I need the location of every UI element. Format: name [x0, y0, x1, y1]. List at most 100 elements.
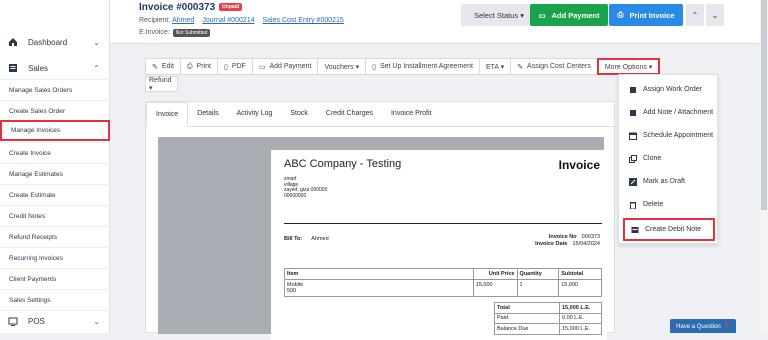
- help-button[interactable]: Have a Question ❓: [670, 319, 736, 333]
- card-icon: ▭: [258, 63, 266, 71]
- sidebar-item-credit-notes[interactable]: Credit Notes: [0, 205, 110, 226]
- invoice-document: ABC Company - Testing Invoice smart vill…: [271, 150, 607, 340]
- menu-item-schedule-appointment[interactable]: Schedule Appointment: [619, 124, 719, 147]
- prev-button[interactable]: ⌃: [686, 4, 704, 26]
- column-header: Subtotal: [561, 271, 584, 277]
- sidebar-item-sales-settings[interactable]: Sales Settings: [0, 289, 110, 310]
- sidebar-item-create-estimate[interactable]: Create Estimate: [0, 184, 110, 205]
- column-header: Unit Price: [474, 269, 518, 279]
- sidebar-item-manage-sales-orders[interactable]: Manage Sales Orders: [0, 79, 110, 100]
- item-desc: 500: [287, 288, 297, 294]
- sidebar-item-label: Manage Invoices: [11, 127, 61, 134]
- more-options-dropdown[interactable]: More Options ▾: [596, 58, 661, 75]
- menu-item-create-debit-note[interactable]: Create Debit Note: [623, 218, 715, 241]
- tab-activity-log[interactable]: Activity Log: [228, 101, 282, 126]
- invoice-no-label: Invoice No: [548, 234, 577, 240]
- tab-bar: Invoice Details Activity Log Stock Credi…: [146, 102, 616, 127]
- cost-entry-link[interactable]: Sales Cost Entry #000215: [262, 17, 343, 24]
- eta-dropdown[interactable]: ETA ▾: [478, 58, 512, 75]
- subtotal-cell: 15,000: [561, 282, 579, 288]
- sidebar-item-create-invoice[interactable]: Create Invoice: [0, 142, 110, 163]
- toolbar-add-payment-button[interactable]: ▭ Add Payment: [251, 58, 319, 75]
- column-header: Item: [285, 269, 474, 279]
- price-cell: 15,000: [474, 280, 518, 296]
- sidebar-item-label: Sales Settings: [9, 296, 51, 304]
- refund-dropdown[interactable]: Refund ▾: [145, 76, 178, 92]
- menu-item-add-note[interactable]: Add Note / Attachment: [619, 101, 719, 124]
- book-icon: [629, 86, 637, 94]
- sidebar-item-manage-invoices[interactable]: Manage Invoices: [0, 120, 110, 141]
- tab-details[interactable]: Details: [188, 101, 227, 126]
- edit-button[interactable]: ✎ Edit: [145, 58, 181, 75]
- installment-button[interactable]: ▯ Set Up Installment Agreement: [365, 58, 480, 75]
- print-invoice-button[interactable]: ⎙ Print Invoice: [609, 4, 683, 26]
- nav-dashboard[interactable]: Dashboard ⌄: [0, 31, 110, 53]
- tab-invoice[interactable]: Invoice: [146, 102, 189, 127]
- invoice-date: 15/04/2024: [572, 241, 600, 247]
- vouchers-dropdown[interactable]: Vouchers ▾: [317, 58, 367, 75]
- item-cell: Mobile 500: [285, 280, 474, 296]
- menu-item-label: Clone: [643, 155, 662, 162]
- copy-icon: [629, 154, 637, 163]
- status-badge: Unpaid: [219, 3, 243, 12]
- scrollbar-thumb[interactable]: [761, 0, 767, 210]
- paid-row: Paid 0.00 L.E.: [284, 313, 602, 324]
- invoice-no: 000373: [581, 234, 600, 240]
- recipient-line: Recipient: Ahmed Journal #000214 Sales Cost…: [139, 17, 350, 24]
- sidebar-item-recurring-invoices[interactable]: Recurring Invoices: [0, 247, 110, 268]
- assign-cost-centers-button[interactable]: ✎ Assign Cost Centers: [510, 58, 598, 75]
- nav-pos[interactable]: POS ⌄: [0, 310, 110, 332]
- tab-invoice-profit[interactable]: Invoice Profit: [382, 101, 440, 126]
- einvoice-line: E.Invoice: Not Submitted: [139, 29, 211, 37]
- home-icon: [8, 37, 18, 47]
- sidebar-item-client-payments[interactable]: Client Payments: [0, 268, 110, 289]
- invoice-panel: Invoice Details Activity Log Stock Credi…: [145, 101, 616, 340]
- sidebar-item-label: Credit Notes: [9, 212, 46, 220]
- pencil-icon: ✎: [152, 63, 158, 71]
- einvoice-label: E.Invoice:: [139, 29, 170, 36]
- note-icon: [629, 109, 637, 117]
- menu-item-clone[interactable]: Clone: [619, 147, 719, 170]
- add-payment-label: Add Payment: [269, 63, 312, 70]
- invoice-heading: Invoice: [558, 158, 600, 172]
- menu-item-mark-as-draft[interactable]: Mark as Draft: [619, 170, 719, 193]
- menu-item-label: Delete: [643, 201, 664, 208]
- print-invoice-label: Print Invoice: [629, 10, 675, 20]
- printer-icon: ⎙: [617, 10, 624, 19]
- select-status-button[interactable]: Select Status ▾: [461, 4, 537, 26]
- sidebar-item-create-sales-order[interactable]: Create Sales Order: [0, 100, 110, 121]
- sidebar-item-manage-estimates[interactable]: Manage Estimates: [0, 163, 110, 184]
- company-address: smart village zayed, giza 000000 0000000…: [284, 176, 327, 199]
- sales-icon: [8, 63, 18, 73]
- file-icon: ▯: [223, 63, 228, 71]
- assign-cost-label: Assign Cost Centers: [527, 63, 591, 70]
- calendar-icon: [629, 132, 637, 140]
- tab-credit-charges[interactable]: Credit Charges: [317, 101, 382, 126]
- balance-value: 15,000 L.E.: [560, 324, 602, 335]
- next-button[interactable]: ⌄: [706, 4, 724, 26]
- tab-stock[interactable]: Stock: [281, 101, 317, 126]
- pencil-icon: ✎: [517, 63, 524, 71]
- debit-note-icon: [631, 226, 639, 234]
- nav-sales[interactable]: Sales ⌃: [0, 57, 110, 79]
- sidebar-item-label: Create Estimate: [9, 191, 56, 199]
- menu-item-delete[interactable]: Delete: [619, 193, 719, 216]
- sidebar-item-label: Create Invoice: [9, 149, 51, 157]
- chevron-down-icon: ⌄: [93, 317, 100, 326]
- sidebar-item-label: Manage Estimates: [9, 170, 63, 178]
- sidebar-item-label: Manage Sales Orders: [9, 86, 73, 94]
- menu-item-assign-work-order[interactable]: Assign Work Order: [619, 78, 719, 101]
- bill-to-name: Ahmed: [311, 236, 329, 242]
- menu-item-label: Add Note / Attachment: [643, 109, 714, 116]
- add-payment-button[interactable]: ▭ Add Payment: [530, 4, 608, 26]
- invoice-preview-area: ABC Company - Testing Invoice smart vill…: [158, 137, 607, 340]
- sidebar-item-refund-receipts[interactable]: Refund Receipts: [0, 226, 110, 247]
- print-button[interactable]: ⎙ Print: [179, 58, 218, 75]
- company-name: ABC Company - Testing: [284, 158, 402, 170]
- pdf-button[interactable]: ▯ PDF: [216, 58, 253, 75]
- address-line: 00000000: [284, 192, 307, 199]
- page-scrollbar[interactable]: [760, 0, 768, 333]
- journal-link[interactable]: Journal #000214: [202, 17, 254, 24]
- recipient-link[interactable]: Ahmed: [172, 17, 194, 24]
- page-title: Invoice #000373 Unpaid: [139, 2, 243, 13]
